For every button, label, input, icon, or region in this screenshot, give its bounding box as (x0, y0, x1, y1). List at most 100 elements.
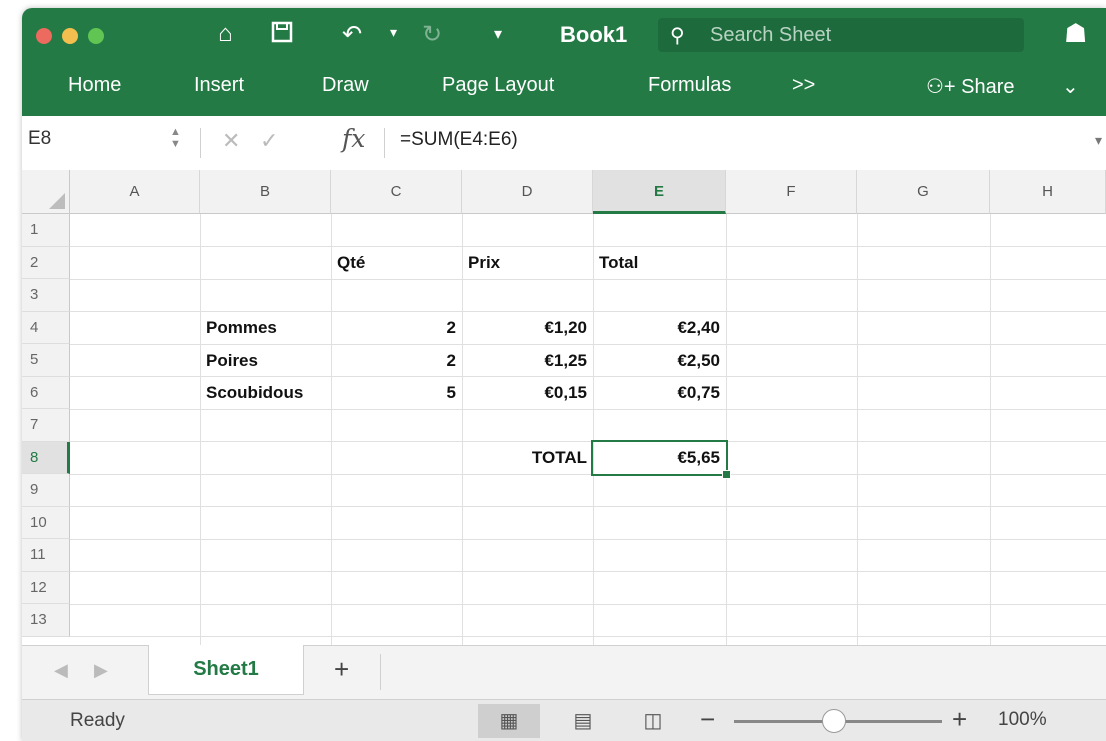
page-layout-icon: ▤ (573, 710, 593, 732)
add-sheet-button[interactable]: + (334, 654, 349, 685)
divider (380, 654, 381, 690)
tab-home[interactable]: Home (68, 74, 121, 97)
column-header-d[interactable]: D (462, 170, 593, 214)
cell-c4[interactable]: 2 (331, 312, 462, 344)
column-header-f[interactable]: F (726, 170, 857, 214)
grid-line (70, 571, 1106, 572)
sheet-tab-sheet1[interactable]: Sheet1 (148, 645, 304, 695)
insert-function-icon[interactable]: fx (342, 124, 365, 153)
tab-formulas[interactable]: Formulas (648, 74, 731, 97)
select-all-icon (49, 193, 65, 209)
row-header-10[interactable]: 10 (22, 506, 70, 539)
zoom-slider-knob[interactable] (822, 709, 846, 733)
cell-d6[interactable]: €0,15 (462, 377, 593, 409)
column-header-c[interactable]: C (331, 170, 462, 214)
cell-c6[interactable]: 5 (331, 377, 462, 409)
column-header-b[interactable]: B (200, 170, 331, 214)
workbook-title: Book1 (560, 22, 628, 47)
enter-check-icon[interactable]: ✓ (260, 128, 278, 154)
tab-insert[interactable]: Insert (194, 74, 244, 97)
search-sheet-field[interactable]: ⚲ Search Sheet (658, 18, 1024, 52)
zoom-level[interactable]: 100% (998, 709, 1047, 731)
cell-d5[interactable]: €1,25 (462, 345, 593, 377)
page-break-view-button[interactable]: ◫ (622, 704, 684, 738)
divider (384, 128, 385, 158)
cell-b6[interactable]: Scoubidous (200, 377, 331, 409)
collapse-ribbon-icon[interactable]: ⌄ (1062, 74, 1079, 99)
excel-window: ⌂ ↶ ▾ ↻ ▾ Book1 ⚲ Search Sheet ☗ Home In… (22, 8, 1106, 741)
select-all-corner[interactable] (22, 170, 70, 214)
cell-d2[interactable]: Prix (462, 247, 593, 279)
sheet-tabs-bar: ◀ ▶ Sheet1 + (22, 645, 1106, 700)
close-window-dot[interactable] (36, 28, 52, 44)
previous-sheet-icon[interactable]: ◀ (54, 660, 68, 681)
row-header-6[interactable]: 6 (22, 376, 70, 409)
row-header-8[interactable]: 8 (22, 441, 70, 474)
cell-d8[interactable]: TOTAL (462, 442, 593, 474)
normal-view-button[interactable]: ▦ (478, 704, 540, 738)
add-person-icon: ⚇+ (926, 76, 962, 98)
next-sheet-icon[interactable]: ▶ (94, 660, 108, 681)
page-break-icon: ◫ (643, 710, 663, 732)
cell-e5[interactable]: €2,50 (593, 345, 726, 377)
zoom-in-button[interactable]: + (952, 704, 967, 735)
grid-view-icon: ▦ (499, 710, 519, 732)
row-header-9[interactable]: 9 (22, 474, 70, 507)
fill-handle[interactable] (722, 470, 731, 479)
grid-line (70, 636, 1106, 637)
status-text: Ready (70, 710, 125, 731)
divider (200, 128, 201, 158)
cancel-icon[interactable]: ✕ (222, 128, 240, 154)
row-header-3[interactable]: 3 (22, 279, 70, 312)
row-header-5[interactable]: 5 (22, 344, 70, 377)
cell-d4[interactable]: €1,20 (462, 312, 593, 344)
more-tabs-button[interactable]: >> (792, 74, 815, 97)
active-cell-outline (591, 440, 728, 476)
customize-toolbar-icon[interactable]: ▾ (494, 24, 502, 44)
column-header-h[interactable]: H (990, 170, 1106, 214)
row-header-12[interactable]: 12 (22, 571, 70, 604)
grid-line (70, 603, 1106, 605)
row-header-4[interactable]: 4 (22, 311, 70, 344)
search-placeholder: Search Sheet (710, 24, 832, 46)
home-icon[interactable]: ⌂ (218, 20, 233, 48)
column-header-e[interactable]: E (593, 170, 726, 214)
share-label: Share (961, 76, 1015, 98)
tab-draw[interactable]: Draw (322, 74, 369, 97)
cell-b5[interactable]: Poires (200, 345, 331, 377)
grid-line (70, 506, 1106, 507)
ribbon-tabs: Home Insert Draw Page Layout Formulas >>… (22, 64, 1106, 116)
name-box-stepper-icon[interactable]: ▲ ▼ (170, 126, 181, 150)
zoom-window-dot[interactable] (88, 28, 104, 44)
share-button[interactable]: ⚇+ Share (926, 74, 1015, 99)
column-header-a[interactable]: A (70, 170, 200, 214)
name-box[interactable]: E8 (28, 128, 51, 150)
cell-e4[interactable]: €2,40 (593, 312, 726, 344)
status-bar: Ready ▦ ▤ ◫ − + 100% (22, 699, 1106, 741)
search-icon: ⚲ (670, 25, 685, 47)
zoom-out-button[interactable]: − (700, 704, 715, 735)
user-icon[interactable]: ☗ (1064, 18, 1087, 49)
cell-c5[interactable]: 2 (331, 345, 462, 377)
row-header-7[interactable]: 7 (22, 409, 70, 442)
cell-b4[interactable]: Pommes (200, 312, 331, 344)
row-header-13[interactable]: 13 (22, 604, 70, 637)
save-icon[interactable] (270, 20, 294, 51)
expand-formula-icon[interactable]: ▾ (1095, 132, 1102, 149)
title-bar: ⌂ ↶ ▾ ↻ ▾ Book1 ⚲ Search Sheet ☗ (22, 8, 1106, 64)
row-header-1[interactable]: 1 (22, 214, 70, 247)
row-header-2[interactable]: 2 (22, 246, 70, 279)
undo-icon[interactable]: ↶ (342, 20, 362, 49)
cell-e6[interactable]: €0,75 (593, 377, 726, 409)
tab-page-layout[interactable]: Page Layout (442, 74, 554, 97)
spreadsheet-grid[interactable]: A B C D E F G H 1 2 3 4 5 6 7 8 9 10 11 … (22, 170, 1106, 645)
cell-e2[interactable]: Total (593, 247, 726, 279)
formula-input[interactable]: =SUM(E4:E6) (400, 129, 518, 151)
page-layout-view-button[interactable]: ▤ (552, 704, 614, 738)
minimize-window-dot[interactable] (62, 28, 78, 44)
column-header-g[interactable]: G (857, 170, 990, 214)
redo-icon[interactable]: ↻ (422, 20, 442, 49)
undo-dropdown-icon[interactable]: ▾ (390, 24, 397, 41)
row-header-11[interactable]: 11 (22, 539, 70, 572)
cell-c2[interactable]: Qté (331, 247, 462, 279)
